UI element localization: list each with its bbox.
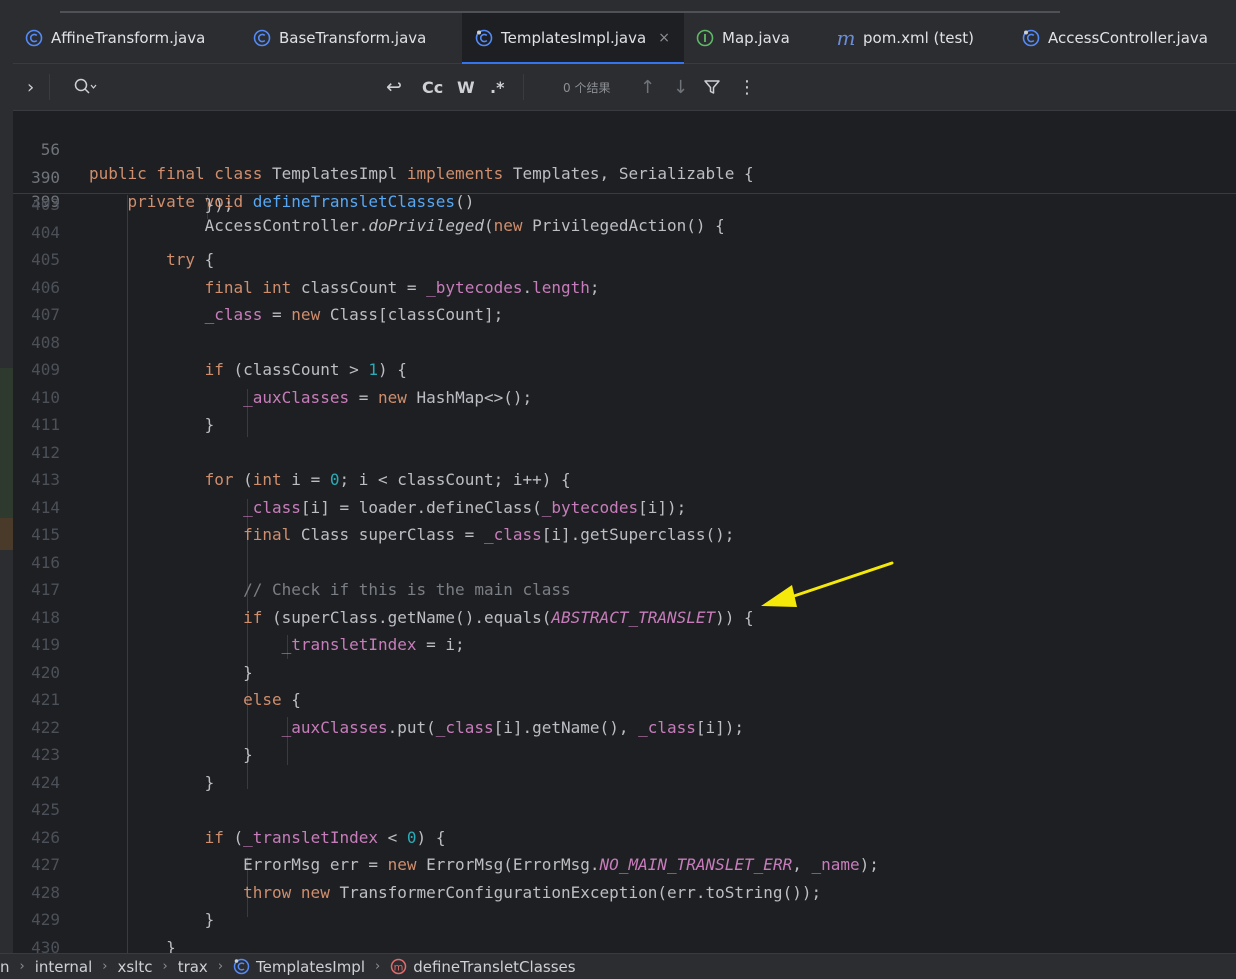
breadcrumb-item[interactable]: defineTransletClasses xyxy=(413,958,575,976)
code-editor[interactable]: 56 public final class TemplatesImpl impl… xyxy=(13,111,1236,953)
svg-text:m: m xyxy=(394,962,404,973)
change-marker xyxy=(0,518,13,550)
top-strip xyxy=(0,0,1236,13)
divider xyxy=(49,74,50,100)
regex-toggle[interactable]: .* xyxy=(490,64,504,110)
breadcrumb-item[interactable]: xsltc xyxy=(117,958,152,976)
chevron-right-icon: › xyxy=(102,959,108,974)
class-icon xyxy=(1022,29,1040,47)
filter-icon[interactable] xyxy=(703,64,721,110)
newline-toggle-icon[interactable]: ↩ xyxy=(386,64,402,110)
breadcrumb-item[interactable]: TemplatesImpl xyxy=(256,958,365,976)
method-icon: m xyxy=(390,958,407,975)
tab-label: AffineTransform.java xyxy=(51,29,206,47)
breadcrumb: n › internal › xsltc › trax › TemplatesI… xyxy=(0,953,1236,979)
whole-words-toggle[interactable]: W xyxy=(457,64,475,110)
editor-tab-bar: AffineTransform.java BaseTransform.java … xyxy=(13,13,1236,64)
tab-pom-xml[interactable]: m pom.xml (test) xyxy=(837,13,1007,63)
breadcrumb-item[interactable]: n xyxy=(0,958,10,976)
more-options-icon[interactable]: ⋮ xyxy=(738,64,756,110)
change-marker xyxy=(0,368,13,518)
find-bar: › ↩ Cc W .* 0 个结果 ↑ ↓ ⋮ xyxy=(13,64,1236,111)
breadcrumb-item[interactable]: trax xyxy=(178,958,208,976)
interface-icon xyxy=(696,29,714,47)
chevron-right-icon: › xyxy=(375,959,381,974)
class-icon xyxy=(475,29,493,47)
tab-label: AccessController.java xyxy=(1048,29,1208,47)
close-icon[interactable]: × xyxy=(658,30,670,46)
tab-map[interactable]: Map.java xyxy=(696,13,821,63)
tab-label: BaseTransform.java xyxy=(279,29,427,47)
tab-access-controller[interactable]: AccessController.java xyxy=(1022,13,1236,63)
divider xyxy=(523,74,524,100)
chevron-right-icon: › xyxy=(217,959,224,974)
class-icon xyxy=(253,29,271,47)
tab-label: Map.java xyxy=(722,29,790,47)
annotation-arrow xyxy=(761,561,894,607)
chevron-right-icon: › xyxy=(19,959,25,974)
tab-base-transform[interactable]: BaseTransform.java xyxy=(253,13,458,63)
match-case-toggle[interactable]: Cc xyxy=(422,64,443,110)
chevron-right-icon: › xyxy=(162,959,168,974)
class-icon xyxy=(25,29,43,47)
left-tool-strip xyxy=(0,13,13,965)
previous-occurrence-icon[interactable]: ↑ xyxy=(640,64,655,110)
search-input[interactable] xyxy=(113,64,383,110)
search-results-count: 0 个结果 xyxy=(563,80,611,95)
tab-templates-impl[interactable]: TemplatesImpl.java × xyxy=(462,13,684,64)
search-history-icon[interactable] xyxy=(73,64,97,110)
tab-label: TemplatesImpl.java xyxy=(501,29,647,47)
tab-label: pom.xml (test) xyxy=(863,29,975,47)
next-occurrence-icon[interactable]: ↓ xyxy=(673,64,688,110)
class-icon xyxy=(233,958,250,975)
tab-affine-transform[interactable]: AffineTransform.java xyxy=(25,13,241,63)
maven-icon: m xyxy=(836,26,856,50)
breadcrumb-item[interactable]: internal xyxy=(35,958,93,976)
expand-replace-toggle[interactable]: › xyxy=(27,64,34,110)
